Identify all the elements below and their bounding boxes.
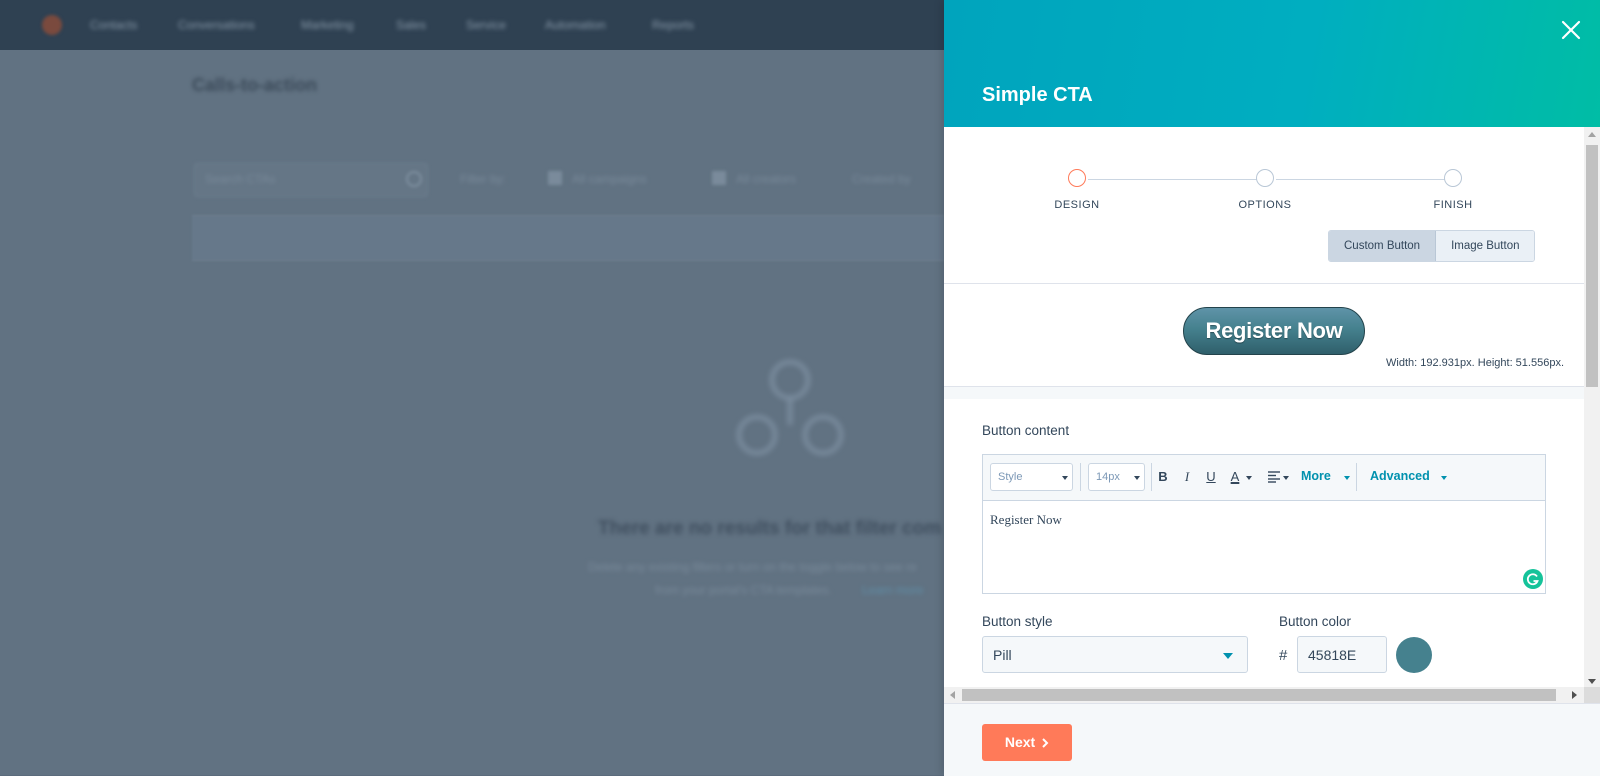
advanced-menu[interactable]: Advanced — [1370, 469, 1430, 483]
background-filter-label: Filter by: — [460, 172, 507, 186]
scroll-right-arrow-icon[interactable] — [1572, 691, 1577, 699]
chevron-right-icon — [1042, 738, 1049, 748]
next-button-label: Next — [1004, 734, 1036, 750]
chevron-down-icon — [1283, 476, 1289, 480]
background-search-placeholder: Search CTAs — [205, 172, 276, 186]
horizontal-scrollbar[interactable] — [944, 687, 1584, 703]
button-style-select[interactable]: Pill — [982, 636, 1248, 673]
font-size-label: 14px — [1096, 471, 1120, 483]
nav-item-sales: Sales — [396, 18, 427, 32]
background-filter-campaigns: All campaigns — [572, 172, 647, 186]
search-icon — [406, 171, 422, 187]
divider — [944, 283, 1584, 284]
empty-state-illustration-icon — [737, 360, 843, 455]
nav-item-marketing: Marketing — [301, 18, 354, 32]
next-button[interactable]: Next — [982, 724, 1072, 761]
panel-title: Simple CTA — [982, 84, 1093, 106]
top-navigation: Contacts Conversations Marketing Sales S… — [0, 0, 944, 50]
background-page-title: Calls-to-action — [192, 75, 318, 95]
button-style-label: Button style — [982, 614, 1053, 629]
campaign-icon — [548, 171, 562, 185]
close-button[interactable] — [1558, 17, 1584, 43]
nav-item-service: Service — [466, 18, 507, 32]
panel-header: Simple CTA — [944, 0, 1600, 127]
hubspot-logo-icon — [42, 15, 62, 35]
vertical-scrollbar[interactable] — [1584, 127, 1600, 687]
custom-button-option[interactable]: Custom Button — [1329, 231, 1437, 261]
preview-dimensions: Width: 192.931px. Height: 51.556px. — [1386, 357, 1564, 369]
grammarly-glyph-icon — [1526, 573, 1539, 586]
button-color-input[interactable] — [1297, 636, 1387, 673]
vertical-scroll-thumb[interactable] — [1586, 145, 1598, 387]
chevron-down-icon — [1134, 476, 1140, 480]
more-menu[interactable]: More — [1301, 469, 1331, 483]
style-dropdown-label: Style — [998, 471, 1023, 483]
rich-text-toolbar: Style 14px B I U A More Advanced — [983, 455, 1545, 501]
step-finish-dot[interactable] — [1444, 169, 1462, 187]
toolbar-divider — [1080, 463, 1081, 491]
chevron-down-icon — [1223, 653, 1233, 659]
style-dropdown[interactable]: Style — [990, 463, 1073, 491]
background-empty-subtitle-1: Delete any existing filters or turn on t… — [588, 560, 917, 574]
cta-preview-button: Register Now — [1183, 307, 1365, 355]
font-size-dropdown[interactable]: 14px — [1088, 463, 1145, 491]
step-design-label: DESIGN — [1054, 199, 1100, 211]
background-empty-title: There are no results for that filter com — [598, 518, 942, 539]
color-swatch[interactable] — [1396, 637, 1432, 673]
align-left-icon[interactable] — [1267, 471, 1281, 483]
step-finish-label: FINISH — [1433, 199, 1473, 211]
toolbar-divider — [1151, 463, 1152, 491]
panel-scroll-area: DESIGN OPTIONS FINISH Custom Button Imag… — [944, 127, 1584, 687]
italic-icon[interactable]: I — [1180, 469, 1194, 485]
horizontal-scroll-thumb[interactable] — [962, 689, 1556, 701]
step-connector — [1088, 179, 1260, 180]
chevron-down-icon — [1441, 476, 1447, 480]
step-options-label: OPTIONS — [1238, 199, 1292, 211]
image-button-option[interactable]: Image Button — [1436, 231, 1535, 261]
chevron-down-icon — [1246, 476, 1252, 480]
chevron-down-icon — [1062, 476, 1068, 480]
background-table-header — [192, 215, 944, 261]
close-icon — [1561, 20, 1581, 40]
section-divider — [944, 386, 1584, 399]
panel-footer: Next — [944, 703, 1600, 776]
scroll-left-arrow-icon[interactable] — [950, 691, 955, 699]
step-connector — [1276, 179, 1448, 180]
button-type-toggle: Custom Button Image Button — [1328, 230, 1536, 262]
creator-icon — [712, 171, 726, 185]
button-content-label: Button content — [982, 423, 1070, 438]
wizard-stepper: DESIGN OPTIONS FINISH Custom Button Imag… — [944, 127, 1584, 287]
step-design-dot[interactable] — [1068, 169, 1086, 187]
button-style-value: Pill — [993, 647, 1012, 663]
background-filter-creators: All creators — [736, 172, 797, 186]
simple-cta-panel: Simple CTA DESIGN OPTIONS FINISH Custom … — [944, 0, 1600, 776]
grammarly-icon[interactable] — [1523, 569, 1543, 589]
nav-item-contacts: Contacts — [90, 18, 138, 32]
background-empty-subtitle-2: from your portal's CTA templates. — [655, 583, 832, 597]
nav-item-reports: Reports — [652, 18, 695, 32]
button-color-label: Button color — [1279, 614, 1352, 629]
button-text-input[interactable]: Register Now — [990, 512, 1062, 528]
bold-icon[interactable]: B — [1156, 469, 1170, 484]
button-content-editor: Style 14px B I U A More Advanced Registe… — [982, 454, 1546, 594]
step-options-dot[interactable] — [1256, 169, 1274, 187]
toolbar-divider — [1356, 463, 1357, 491]
nav-item-conversations: Conversations — [178, 18, 255, 32]
nav-item-automation: Automation — [545, 18, 606, 32]
underline-icon[interactable]: U — [1204, 469, 1218, 484]
background-learn-more-link: Learn more — [862, 583, 924, 597]
background-app: Contacts Conversations Marketing Sales S… — [0, 0, 944, 775]
chevron-down-icon — [1344, 476, 1350, 480]
scroll-up-arrow-icon[interactable] — [1588, 132, 1596, 137]
scrollbar-corner — [1584, 687, 1600, 703]
text-color-icon[interactable]: A — [1228, 469, 1242, 484]
scroll-down-arrow-icon[interactable] — [1588, 679, 1596, 684]
background-filter-created-by: Created by — [852, 172, 911, 186]
hash-symbol: # — [1279, 647, 1288, 664]
